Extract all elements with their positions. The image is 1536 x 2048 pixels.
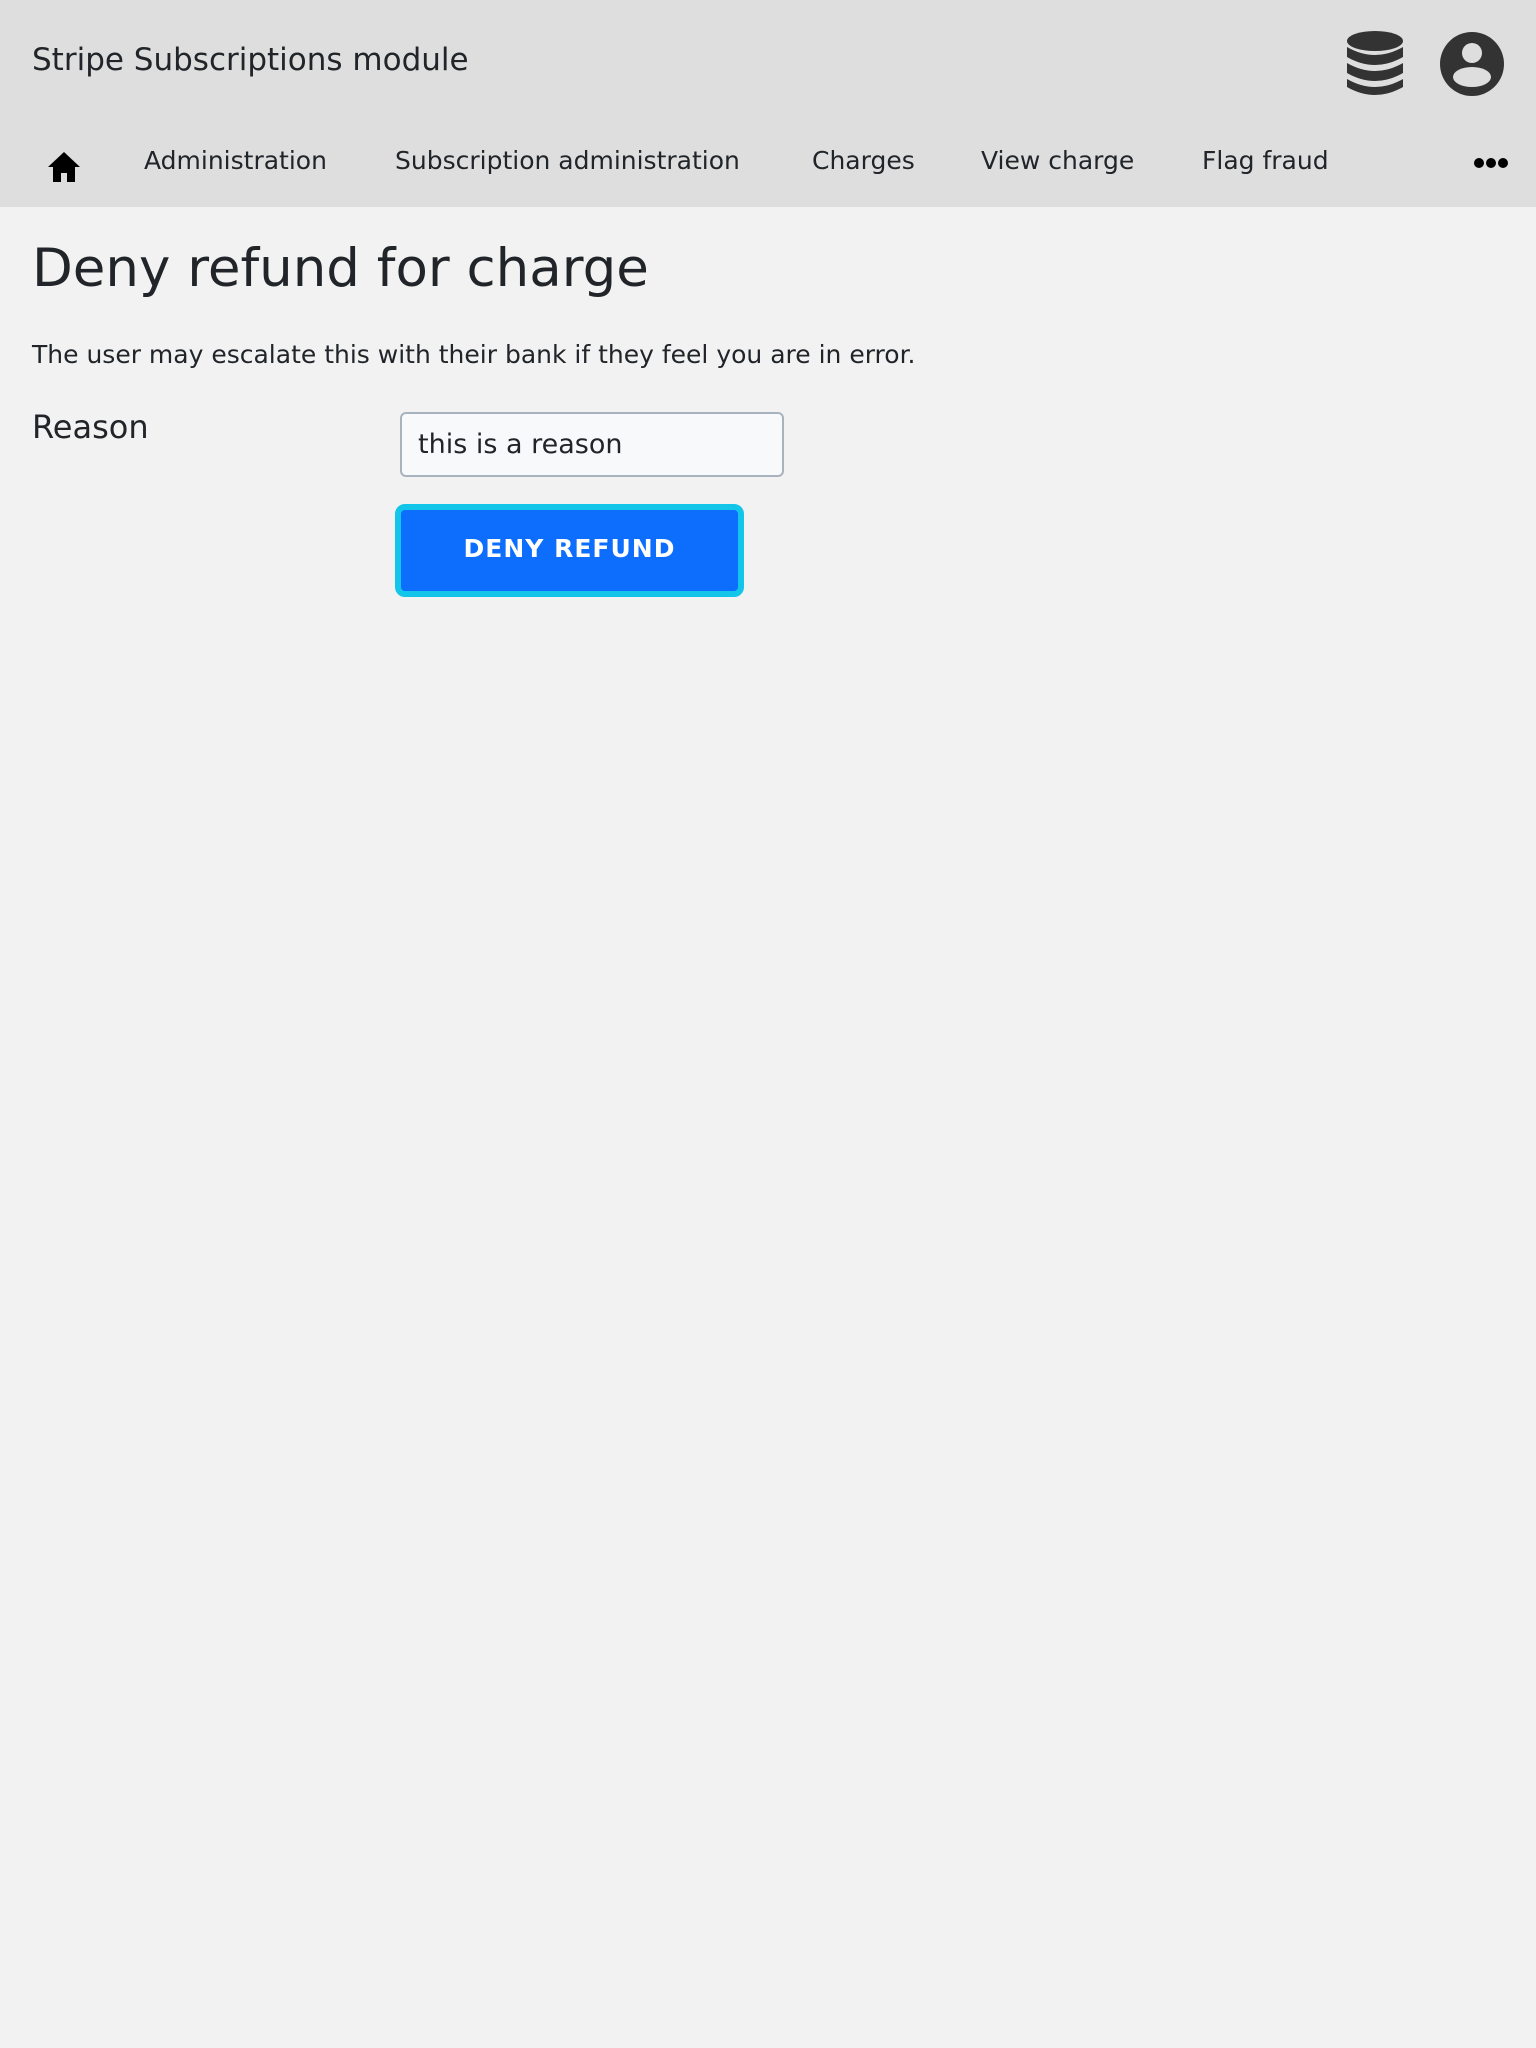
nav-flag-fraud[interactable]: Flag fraud — [1202, 146, 1329, 175]
intro-text: The user may escalate this with their ba… — [32, 340, 916, 369]
nav-view-charge[interactable]: View charge — [981, 146, 1134, 175]
database-icon[interactable] — [1345, 30, 1405, 98]
home-icon[interactable] — [46, 150, 82, 184]
deny-refund-button[interactable]: DENY REFUND — [395, 504, 744, 597]
nav-administration[interactable]: Administration — [144, 146, 327, 175]
app-title[interactable]: Stripe Subscriptions module — [32, 42, 469, 78]
reason-input[interactable] — [400, 412, 784, 477]
top-bar: Stripe Subscriptions module Administrati… — [0, 0, 1536, 207]
page-title: Deny refund for charge — [32, 238, 649, 299]
ellipsis-icon[interactable] — [1473, 157, 1509, 169]
nav-charges[interactable]: Charges — [812, 146, 915, 175]
nav-subscription-administration[interactable]: Subscription administration — [395, 146, 740, 175]
main-navigation: Administration Subscription administrati… — [0, 138, 1536, 190]
reason-label: Reason — [32, 408, 149, 446]
user-circle-icon[interactable] — [1439, 31, 1505, 97]
